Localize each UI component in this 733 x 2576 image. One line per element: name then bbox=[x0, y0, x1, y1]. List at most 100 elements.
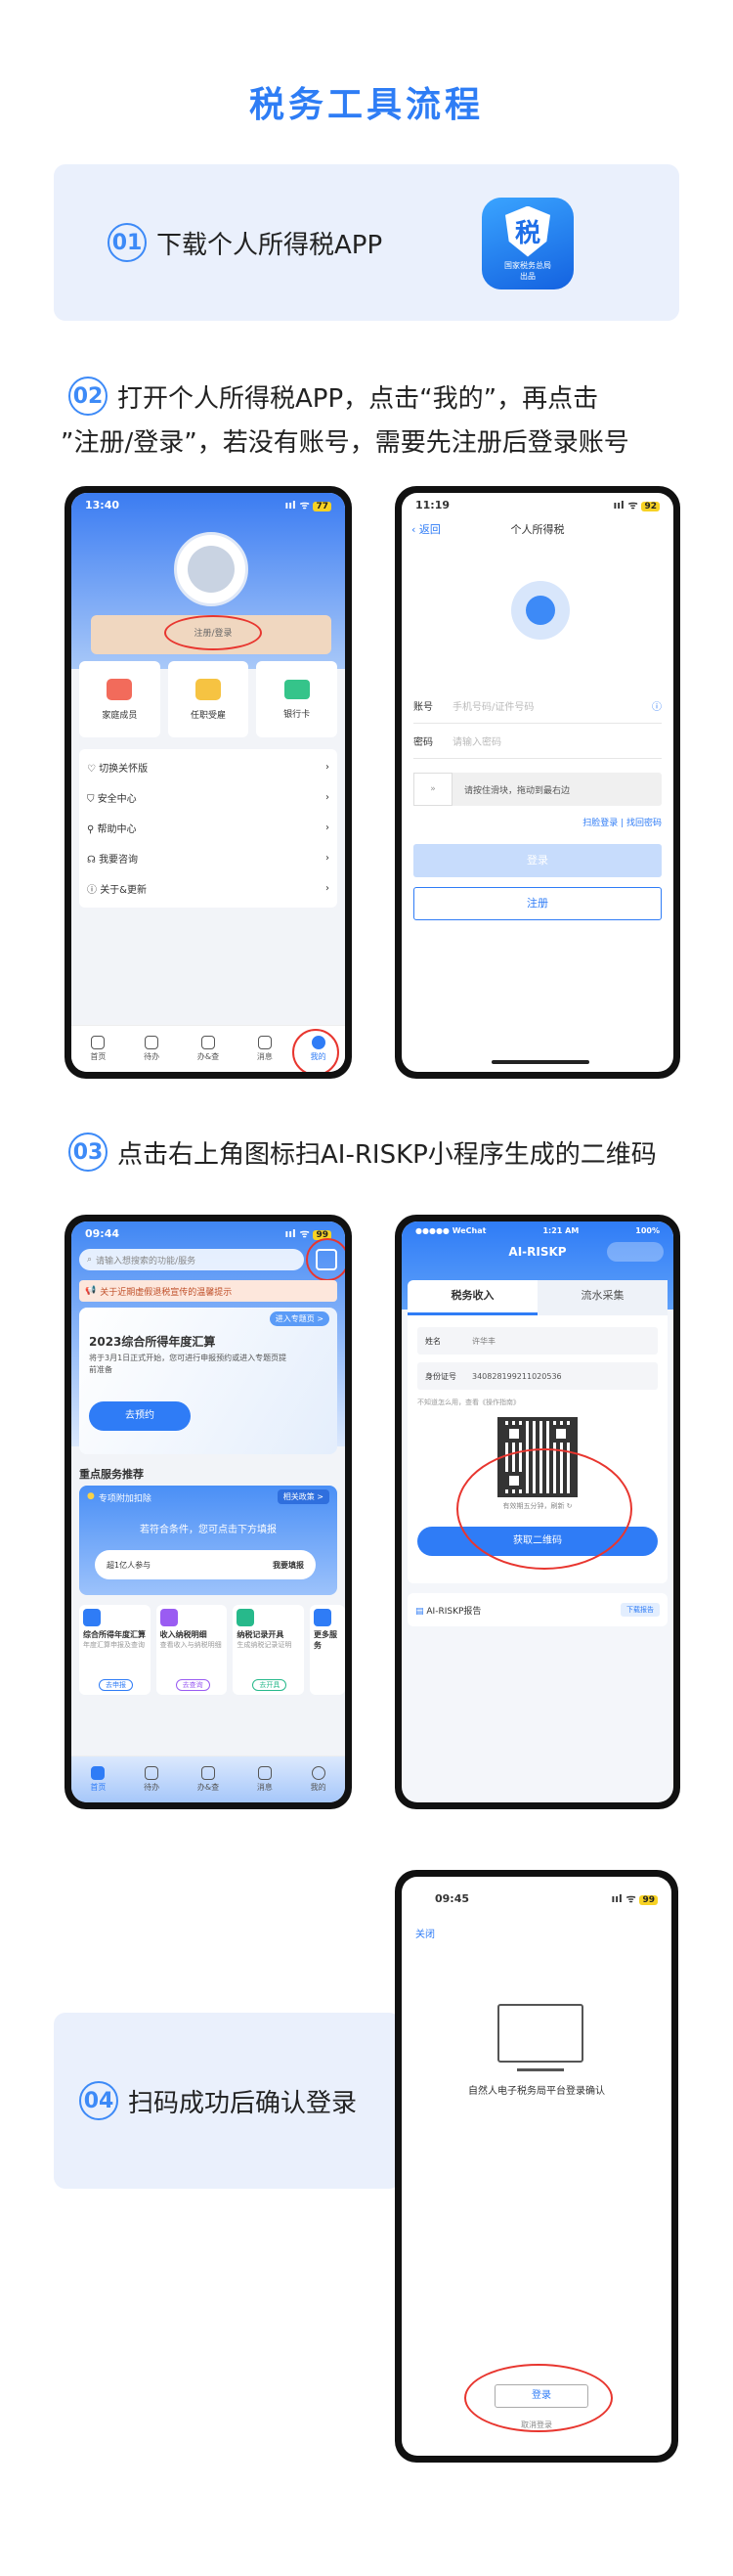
menu-security[interactable]: ⛉ 安全中心 › bbox=[79, 782, 337, 813]
guide-link[interactable]: 不知道怎么用，查看《操作指南》 bbox=[417, 1398, 658, 1407]
phone-airiskp-page: ●●●●● WeChat 1:21 AM 100% AI-RISKP 税务收入 … bbox=[395, 1215, 680, 1809]
message-icon bbox=[257, 1766, 272, 1780]
service-income-detail[interactable]: 收入纳税明细 查看收入与纳税明细 去查询 bbox=[155, 1605, 228, 1695]
chevron-right-icon: › bbox=[325, 822, 329, 833]
tax-app-icon[interactable]: 税 国家税务总局 出品 bbox=[482, 198, 574, 289]
report-row: ▤ AI-RISKP报告 下载报告 bbox=[408, 1593, 668, 1626]
tab-messages[interactable]: 消息 bbox=[257, 1766, 273, 1793]
step4-card: 04 扫码成功后确认登录 bbox=[54, 2013, 401, 2189]
user-icon bbox=[311, 1766, 325, 1780]
chevron-right-icon: › bbox=[325, 853, 329, 864]
notice-bar[interactable]: 📢 关于近期虚假退税宣传的温馨提示 bbox=[79, 1280, 337, 1302]
chevron-right-icon: › bbox=[325, 762, 329, 773]
menu-consult[interactable]: ☊ 我要咨询 › bbox=[79, 843, 337, 873]
close-link[interactable]: 关闭 bbox=[415, 1926, 435, 1940]
deduction-promo[interactable]: ● 专项附加扣除 相关政策 > 若符合条件，您可点击下方填报 超1亿人参与 我要填… bbox=[79, 1486, 337, 1595]
phone-confirm-page: 09:45 ııl ᯤ 99 关闭 自然人电子税务局平台登录确认 登录 取消登录 bbox=[395, 1870, 678, 2463]
step3-text: 点击右上角图标扫AI-RISKP小程序生成的二维码 bbox=[117, 1139, 657, 1170]
briefcase-icon bbox=[195, 678, 221, 700]
auxiliary-links[interactable]: 扫脸登录 | 找回密码 bbox=[413, 816, 662, 828]
step4-number: 04 bbox=[79, 2081, 118, 2120]
step2-text-line2: ”注册/登录”，若没有账号，需要先注册后登录账号 bbox=[61, 428, 629, 458]
tab-home[interactable]: 首页 bbox=[90, 1766, 106, 1793]
services-icon bbox=[201, 1036, 215, 1049]
step4-text: 扫码成功后确认登录 bbox=[128, 2088, 358, 2118]
shortcut-family[interactable]: 家庭成员 bbox=[79, 661, 160, 737]
document-icon: ▤ bbox=[415, 1606, 424, 1617]
annual-report-icon bbox=[83, 1609, 101, 1626]
step3-number: 03 bbox=[68, 1133, 108, 1172]
id-field[interactable]: 身份证号 340828199211020536 bbox=[417, 1362, 658, 1390]
services-icon bbox=[201, 1766, 215, 1780]
shield-icon: 税 bbox=[505, 205, 550, 257]
record-icon bbox=[237, 1609, 255, 1626]
home-icon bbox=[107, 678, 133, 700]
tab-services[interactable]: 办&查 bbox=[197, 1036, 219, 1062]
monitor-stand bbox=[517, 2068, 564, 2071]
tab-flow-collect[interactable]: 流水采集 bbox=[538, 1280, 668, 1315]
tab-home[interactable]: 首页 bbox=[90, 1036, 106, 1062]
home-icon bbox=[91, 1766, 106, 1780]
todo-icon bbox=[145, 1036, 159, 1049]
todo-icon bbox=[145, 1766, 159, 1780]
account-field[interactable]: 账号 手机号码/证件号码 ⓘ bbox=[413, 688, 662, 724]
tab-todo[interactable]: 待办 bbox=[144, 1036, 159, 1062]
avatar[interactable] bbox=[174, 532, 248, 606]
highlight-mine-tab bbox=[292, 1029, 339, 1072]
service-tax-record[interactable]: 纳税记录开具 生成纳税记录证明 去开具 bbox=[233, 1605, 305, 1695]
tab-services[interactable]: 办&查 bbox=[197, 1766, 219, 1793]
phone-mine-page: 13:40 ııl ᯤ 77 注册/登录 家庭成员 任职受雇 银行卡 ♡ 切换关… bbox=[65, 486, 352, 1079]
shortcut-bankcard[interactable]: 银行卡 bbox=[256, 661, 338, 737]
settings-menu: ♡ 切换关怀版 › ⛉ 安全中心 › ⚲ 帮助中心 › ☊ 我要咨询 › ⓘ 关于&更新… bbox=[79, 749, 337, 908]
menu-help[interactable]: ⚲ 帮助中心 › bbox=[79, 813, 337, 843]
captcha-slider[interactable]: » 请按住滑块，拖动到最右边 bbox=[413, 773, 662, 806]
income-icon bbox=[159, 1609, 178, 1626]
menu-about[interactable]: ⓘ 关于&更新 › bbox=[79, 873, 337, 904]
highlight-confirm bbox=[464, 2364, 613, 2432]
search-icon: ⌕ bbox=[87, 1255, 93, 1265]
home-indicator bbox=[492, 1060, 589, 1064]
service-annual-settlement[interactable]: 综合所得年度汇算 年度汇算申报及查询 去申报 bbox=[79, 1605, 151, 1695]
tab-bar: 首页 待办 办&查 消息 我的 bbox=[71, 1755, 345, 1802]
nav-title: 个人所得税 bbox=[510, 523, 565, 536]
login-button[interactable]: 登录 bbox=[413, 844, 662, 877]
help-icon: ⓘ bbox=[652, 702, 662, 713]
capsule-menu-icon[interactable] bbox=[607, 1242, 664, 1262]
tab-tax-income[interactable]: 税务收入 bbox=[408, 1280, 538, 1315]
name-field[interactable]: 姓名 许华丰 bbox=[417, 1327, 658, 1355]
highlight-scan bbox=[306, 1238, 345, 1281]
back-link[interactable]: ‹ 返回 bbox=[411, 521, 441, 537]
home-icon bbox=[91, 1036, 106, 1049]
chevron-right-icon: › bbox=[325, 792, 329, 803]
message-icon bbox=[257, 1036, 272, 1049]
step1-number: 01 bbox=[108, 223, 147, 262]
tab-todo[interactable]: 待办 bbox=[144, 1766, 159, 1793]
monitor-icon bbox=[497, 2004, 583, 2063]
tab-mine[interactable]: 我的 bbox=[311, 1766, 326, 1793]
highlight-login bbox=[164, 615, 262, 650]
avatar bbox=[511, 581, 570, 640]
bankcard-icon bbox=[283, 679, 310, 699]
register-button[interactable]: 注册 bbox=[413, 887, 662, 920]
search-input[interactable]: ⌕ 请输入想搜索的功能/服务 bbox=[79, 1249, 304, 1270]
password-field[interactable]: 密码 请输入密码 bbox=[413, 724, 662, 759]
step2-number: 02 bbox=[68, 377, 108, 416]
megaphone-icon: 📢 bbox=[85, 1286, 97, 1296]
download-report-button[interactable]: 下载报告 bbox=[621, 1603, 660, 1617]
tab-messages[interactable]: 消息 bbox=[257, 1036, 273, 1062]
step2-text-line1: 打开个人所得税APP，点击“我的”，再点击 bbox=[117, 383, 599, 414]
step1-text: 下载个人所得税APP bbox=[156, 230, 383, 260]
reserve-button[interactable]: 去预约 bbox=[89, 1401, 191, 1431]
step1-card: 01 下载个人所得税APP 税 国家税务总局 出品 bbox=[54, 164, 679, 321]
gift-icon: ● bbox=[87, 1491, 95, 1501]
service-more[interactable]: 更多服务 bbox=[310, 1605, 345, 1695]
annual-banner[interactable]: 进入专题页 > 2023综合所得年度汇算 将于3月1日正式开始，您可进行申报预约… bbox=[79, 1308, 337, 1454]
confirm-text: 自然人电子税务局平台登录确认 bbox=[468, 2086, 605, 2097]
phone-login-page: 11:19 ııl ᯤ 92 ‹ 返回 个人所得税 账号 手机号码/证件号码 ⓘ… bbox=[395, 486, 680, 1079]
fill-in-button[interactable]: 我要填报 bbox=[273, 1560, 304, 1571]
app-title: AI-RISKP bbox=[508, 1245, 567, 1259]
shortcut-employment[interactable]: 任职受雇 bbox=[167, 661, 249, 737]
page-title: 税务工具流程 bbox=[248, 85, 484, 125]
menu-care-mode[interactable]: ♡ 切换关怀版 › bbox=[79, 752, 337, 782]
chevron-right-icon: › bbox=[325, 883, 329, 894]
